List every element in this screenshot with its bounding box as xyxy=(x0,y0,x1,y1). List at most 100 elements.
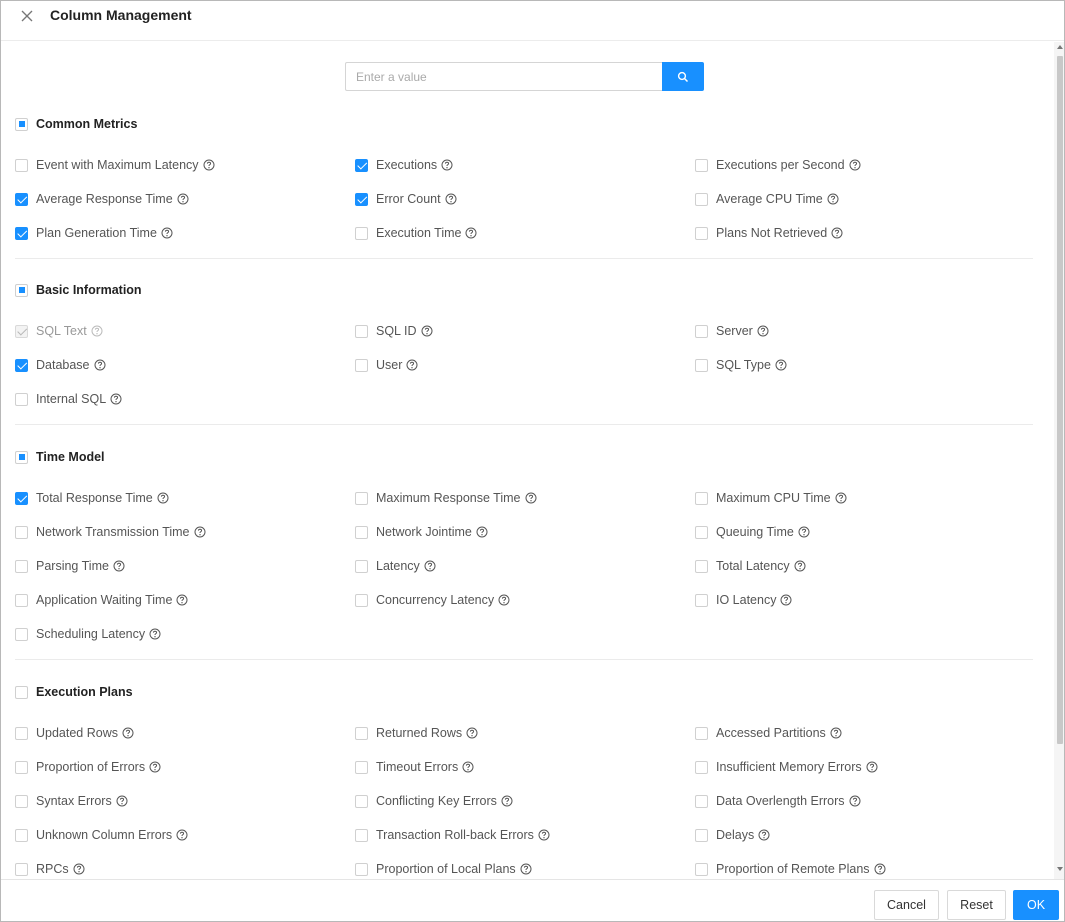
checkbox[interactable] xyxy=(15,760,28,774)
question-circle-icon[interactable] xyxy=(161,227,173,239)
question-circle-icon[interactable] xyxy=(835,492,847,504)
checkbox[interactable] xyxy=(355,226,368,240)
column-option-plan-generation-time[interactable]: Plan Generation Time xyxy=(15,225,173,241)
checkbox[interactable] xyxy=(695,559,708,573)
checkbox[interactable] xyxy=(355,828,368,842)
checkbox[interactable] xyxy=(355,324,368,338)
search-button[interactable] xyxy=(662,62,704,91)
question-circle-icon[interactable] xyxy=(525,492,537,504)
column-option-proportion-of-errors[interactable]: Proportion of Errors xyxy=(15,759,161,775)
question-circle-icon[interactable] xyxy=(94,359,106,371)
column-option-sql-text[interactable]: SQL Text xyxy=(15,323,103,339)
question-circle-icon[interactable] xyxy=(794,560,806,572)
question-circle-icon[interactable] xyxy=(476,526,488,538)
question-circle-icon[interactable] xyxy=(441,159,453,171)
column-option-latency[interactable]: Latency xyxy=(355,558,436,574)
checkbox[interactable] xyxy=(695,828,708,842)
section-header[interactable]: Common Metrics xyxy=(15,116,137,132)
column-option-internal-sql[interactable]: Internal SQL xyxy=(15,391,122,407)
question-circle-icon[interactable] xyxy=(827,193,839,205)
checkbox[interactable] xyxy=(695,593,708,607)
checkbox[interactable] xyxy=(355,760,368,774)
section-header[interactable]: Execution Plans xyxy=(15,684,133,700)
column-option-data-overlength-errors[interactable]: Data Overlength Errors xyxy=(695,793,861,809)
question-circle-icon[interactable] xyxy=(757,325,769,337)
column-option-proportion-of-remote-plans[interactable]: Proportion of Remote Plans xyxy=(695,861,886,877)
question-circle-icon[interactable] xyxy=(176,829,188,841)
checkbox[interactable] xyxy=(695,226,708,240)
column-option-executions[interactable]: Executions xyxy=(355,157,453,173)
checkbox[interactable] xyxy=(355,559,368,573)
question-circle-icon[interactable] xyxy=(177,193,189,205)
ok-button[interactable]: OK xyxy=(1013,890,1059,920)
question-circle-icon[interactable] xyxy=(462,761,474,773)
checkbox[interactable] xyxy=(15,158,28,172)
question-circle-icon[interactable] xyxy=(830,727,842,739)
question-circle-icon[interactable] xyxy=(798,526,810,538)
section-header[interactable]: Basic Information xyxy=(15,282,142,298)
question-circle-icon[interactable] xyxy=(424,560,436,572)
question-circle-icon[interactable] xyxy=(775,359,787,371)
question-circle-icon[interactable] xyxy=(849,795,861,807)
scroll-thumb[interactable] xyxy=(1057,56,1063,744)
question-circle-icon[interactable] xyxy=(116,795,128,807)
checkbox[interactable] xyxy=(355,192,368,206)
column-option-maximum-response-time[interactable]: Maximum Response Time xyxy=(355,490,537,506)
column-option-syntax-errors[interactable]: Syntax Errors xyxy=(15,793,128,809)
checkbox[interactable] xyxy=(355,862,368,876)
column-option-execution-time[interactable]: Execution Time xyxy=(355,225,477,241)
column-option-returned-rows[interactable]: Returned Rows xyxy=(355,725,478,741)
column-option-maximum-cpu-time[interactable]: Maximum CPU Time xyxy=(695,490,847,506)
column-option-accessed-partitions[interactable]: Accessed Partitions xyxy=(695,725,842,741)
checkbox[interactable] xyxy=(355,158,368,172)
checkbox[interactable] xyxy=(695,324,708,338)
question-circle-icon[interactable] xyxy=(149,628,161,640)
checkbox[interactable] xyxy=(695,158,708,172)
checkbox[interactable] xyxy=(695,491,708,505)
checkbox[interactable] xyxy=(15,862,28,876)
checkbox[interactable] xyxy=(695,726,708,740)
section-checkbox[interactable] xyxy=(15,117,28,131)
column-option-insufficient-memory-errors[interactable]: Insufficient Memory Errors xyxy=(695,759,878,775)
column-option-average-response-time[interactable]: Average Response Time xyxy=(15,191,189,207)
scroll-down-arrow-icon[interactable] xyxy=(1057,867,1063,871)
scroll-up-arrow-icon[interactable] xyxy=(1057,45,1063,49)
column-option-delays[interactable]: Delays xyxy=(695,827,770,843)
question-circle-icon[interactable] xyxy=(445,193,457,205)
column-option-scheduling-latency[interactable]: Scheduling Latency xyxy=(15,626,161,642)
checkbox[interactable] xyxy=(355,726,368,740)
checkbox[interactable] xyxy=(15,192,28,206)
question-circle-icon[interactable] xyxy=(520,863,532,875)
checkbox[interactable] xyxy=(355,491,368,505)
question-circle-icon[interactable] xyxy=(157,492,169,504)
column-option-total-response-time[interactable]: Total Response Time xyxy=(15,490,169,506)
question-circle-icon[interactable] xyxy=(122,727,134,739)
checkbox[interactable] xyxy=(695,358,708,372)
checkbox[interactable] xyxy=(15,559,28,573)
question-circle-icon[interactable] xyxy=(176,594,188,606)
reset-button[interactable]: Reset xyxy=(947,890,1006,920)
checkbox[interactable] xyxy=(15,794,28,808)
section-checkbox[interactable] xyxy=(15,283,28,297)
column-option-sql-type[interactable]: SQL Type xyxy=(695,357,787,373)
column-option-sql-id[interactable]: SQL ID xyxy=(355,323,433,339)
column-option-server[interactable]: Server xyxy=(695,323,769,339)
question-circle-icon[interactable] xyxy=(538,829,550,841)
column-option-application-waiting-time[interactable]: Application Waiting Time xyxy=(15,592,188,608)
question-circle-icon[interactable] xyxy=(110,393,122,405)
checkbox[interactable] xyxy=(355,593,368,607)
checkbox[interactable] xyxy=(15,627,28,641)
question-circle-icon[interactable] xyxy=(866,761,878,773)
column-option-transaction-roll-back-errors[interactable]: Transaction Roll-back Errors xyxy=(355,827,550,843)
question-circle-icon[interactable] xyxy=(194,526,206,538)
checkbox[interactable] xyxy=(15,828,28,842)
column-option-executions-per-second[interactable]: Executions per Second xyxy=(695,157,861,173)
column-option-proportion-of-local-plans[interactable]: Proportion of Local Plans xyxy=(355,861,532,877)
question-circle-icon[interactable] xyxy=(780,594,792,606)
column-option-average-cpu-time[interactable]: Average CPU Time xyxy=(695,191,839,207)
checkbox[interactable] xyxy=(15,525,28,539)
checkbox[interactable] xyxy=(15,593,28,607)
section-header[interactable]: Time Model xyxy=(15,449,105,465)
question-circle-icon[interactable] xyxy=(149,761,161,773)
column-option-network-jointime[interactable]: Network Jointime xyxy=(355,524,488,540)
